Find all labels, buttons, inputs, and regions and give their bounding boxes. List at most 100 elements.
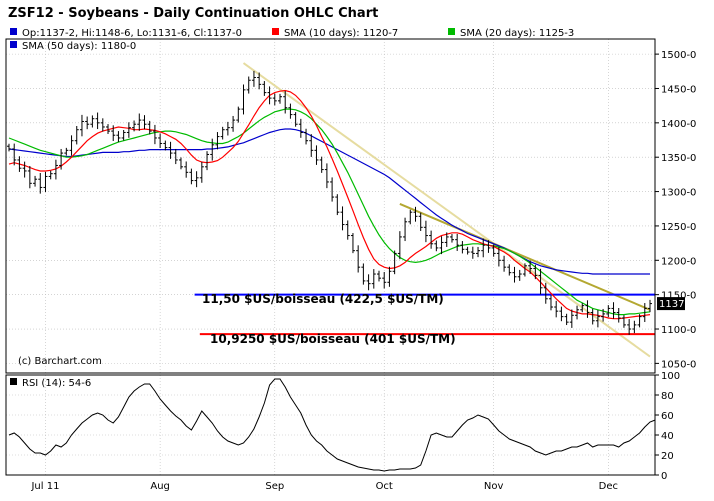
ohlc-bar xyxy=(241,84,246,115)
legend-rsi-swatch xyxy=(10,378,17,385)
rsi-tick-label: 100 xyxy=(661,371,680,382)
ohlc-bar xyxy=(564,313,569,326)
x-axis-label: Sep xyxy=(265,481,284,492)
ohlc-bar xyxy=(314,145,319,165)
ohlc-bar xyxy=(408,209,413,225)
ohlc-bar xyxy=(502,255,507,272)
grid xyxy=(6,39,655,476)
ohlc-bar xyxy=(262,81,267,96)
last-price-label: 1137-0 xyxy=(659,299,694,310)
ohlc-bar xyxy=(194,171,199,188)
price-tick-label: 1300-0 xyxy=(661,188,696,199)
annotation-label-lower: 10,9250 $US/boisseau (401 $US/TM) xyxy=(210,332,456,346)
legend-sma10-swatch xyxy=(272,28,279,35)
legend-rsi-text: RSI (14): 54-6 xyxy=(22,378,91,389)
ohlc-bar xyxy=(220,126,225,140)
price-tick-label: 1450-0 xyxy=(661,84,696,95)
ohlc-bar xyxy=(69,135,74,156)
ohlc-bar xyxy=(272,93,277,106)
ohlc-bar xyxy=(382,271,387,289)
ohlc-bar xyxy=(7,143,11,152)
x-axis-label: Aug xyxy=(150,481,170,492)
ohlc-bar xyxy=(559,306,564,322)
ohlc-bar xyxy=(356,245,361,273)
rsi-tick-label: 60 xyxy=(661,411,674,422)
ohlc-bar xyxy=(585,300,590,318)
legend-sma50-text: SMA (50 days): 1180-0 xyxy=(22,41,136,52)
ohlc-bar xyxy=(152,124,157,145)
copyright-text: (c) Barchart.com xyxy=(18,356,102,367)
annotation-label-upper: 11,50 $US/boisseau (422,5 $US/TM) xyxy=(202,292,444,306)
ohlc-bar xyxy=(43,171,48,192)
ohlc-bar xyxy=(418,212,423,232)
ohlc-bar xyxy=(434,240,439,252)
ohlc-bar xyxy=(199,161,204,183)
rsi-tick-label: 20 xyxy=(661,451,674,462)
ohlc-bar xyxy=(621,315,626,328)
price-tick-label: 1400-0 xyxy=(661,119,696,130)
ohlc-bar xyxy=(387,266,392,287)
ohlc-bar xyxy=(116,131,121,143)
ohlc-bar xyxy=(288,103,293,119)
ohlc-bar xyxy=(95,112,100,130)
ohlc-bar xyxy=(48,170,53,180)
ohlc-bar xyxy=(517,269,522,281)
ohlc-bar xyxy=(611,302,616,319)
ohlc-bar xyxy=(74,126,79,145)
ohlc-bar xyxy=(569,309,574,328)
rsi-line xyxy=(8,378,656,472)
ohlc-bar xyxy=(481,238,486,258)
rsi-tick-label: 0 xyxy=(661,471,667,482)
ohlc-bar xyxy=(137,113,142,131)
axes: 1500-0 1450-0 1400-0 1350-0 1300-0 1250-0 1200… xyxy=(5,38,696,492)
ohlc-bar xyxy=(90,115,95,128)
ohlc-bar xyxy=(309,134,314,157)
ohlc-bar xyxy=(335,194,340,216)
ohlc-bar xyxy=(606,305,611,318)
ohlc-bar xyxy=(142,115,147,130)
ohlc-bar xyxy=(361,263,366,285)
ohlc-bar xyxy=(439,236,444,255)
ohlc-bar xyxy=(423,220,428,243)
ohlc-bar xyxy=(277,93,282,104)
sma-50-line xyxy=(8,128,650,275)
ohlc-bar xyxy=(512,266,517,283)
price-tick-label: 1050-0 xyxy=(661,359,696,370)
ohlc-bar xyxy=(121,129,126,141)
ohlc-bar xyxy=(231,115,236,132)
ohlc-bar xyxy=(507,264,512,276)
ohlc-bar xyxy=(476,246,481,258)
legend-ohlc-text: Op:1137-2, Hi:1148-6, Lo:1131-6, Cl:1137… xyxy=(22,28,242,39)
ohlc-bar xyxy=(366,274,371,291)
ohlc-bar xyxy=(616,307,621,323)
legend-sma10-text: SMA (10 days): 1120-7 xyxy=(284,28,398,39)
ohlc-bar xyxy=(85,116,90,130)
ohlc-bar xyxy=(33,175,38,187)
ohlc-bar xyxy=(350,233,355,254)
x-axis-label: Nov xyxy=(484,481,504,492)
ohlc-bar xyxy=(246,76,251,94)
ohlc-bar xyxy=(205,151,210,171)
legend-sma50-swatch xyxy=(10,41,17,48)
ohlc-bar xyxy=(627,319,632,335)
ohlc-bar xyxy=(371,269,376,289)
ohlc-bar xyxy=(632,320,637,334)
ohlc-bar xyxy=(460,241,465,254)
ohlc-bar xyxy=(100,118,105,132)
chart-title: ZSF12 - Soybeans - Daily Continuation OH… xyxy=(8,6,378,21)
ohlc-bar xyxy=(79,114,84,137)
ohlc-bar xyxy=(455,233,460,251)
ohlc-bar xyxy=(548,295,553,311)
ohlc-bar xyxy=(158,133,163,148)
ohlc-bar xyxy=(178,157,183,170)
x-axis-label: Oct xyxy=(376,481,393,492)
ohlc-bar xyxy=(267,86,272,105)
ohlc-bar xyxy=(470,246,475,259)
ohlc-bar xyxy=(12,143,17,166)
ohlc-bar xyxy=(22,161,27,178)
legend-sma20-swatch xyxy=(448,28,455,35)
legend-ohlc-swatch xyxy=(10,28,17,35)
rsi-panel-frame xyxy=(5,374,656,476)
price-tick-label: 1350-0 xyxy=(661,153,696,164)
ohlc-bar xyxy=(330,177,335,202)
